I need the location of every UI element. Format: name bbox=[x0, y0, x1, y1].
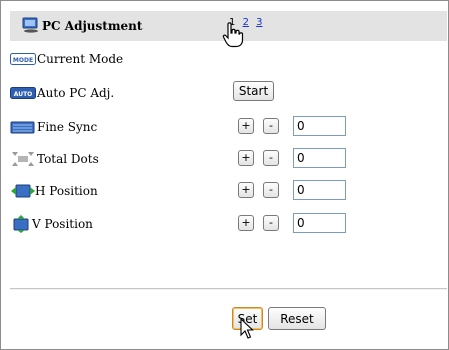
auto-pc-adj-label: Auto PC Adj. bbox=[37, 86, 115, 100]
page-1-current: 1 bbox=[229, 17, 236, 28]
row-current-mode: MODE Current Mode bbox=[10, 46, 440, 72]
h-position-minus-button[interactable]: - bbox=[263, 182, 279, 198]
fine-sync-plus-button[interactable]: + bbox=[238, 118, 254, 134]
start-button[interactable]: Start bbox=[233, 81, 274, 101]
h-position-label: H Position bbox=[35, 184, 98, 198]
h-position-plus-button[interactable]: + bbox=[238, 182, 254, 198]
panel-header: PC Adjustment 1 2 3 bbox=[10, 11, 447, 41]
page-3-link[interactable]: 3 bbox=[256, 17, 262, 28]
h-position-icon bbox=[11, 184, 35, 198]
row-v-position: V Position + - 0 bbox=[10, 211, 440, 237]
page-title: PC Adjustment bbox=[42, 19, 143, 33]
total-dots-minus-button[interactable]: - bbox=[263, 150, 279, 166]
row-fine-sync: Fine Sync + - 0 bbox=[10, 114, 440, 140]
h-position-value-input[interactable]: 0 bbox=[293, 180, 346, 200]
svg-text:AUTO: AUTO bbox=[14, 91, 33, 98]
current-mode-label: Current Mode bbox=[37, 52, 124, 66]
svg-text:MODE: MODE bbox=[13, 57, 33, 64]
v-position-value-input[interactable]: 0 bbox=[293, 213, 346, 233]
total-dots-value-input[interactable]: 0 bbox=[293, 148, 346, 168]
total-dots-label: Total Dots bbox=[37, 152, 99, 166]
reset-button[interactable]: Reset bbox=[268, 307, 326, 330]
fine-sync-value-input[interactable]: 0 bbox=[293, 116, 346, 136]
v-position-minus-button[interactable]: - bbox=[263, 215, 279, 231]
total-dots-icon bbox=[12, 152, 34, 166]
pc-monitor-icon bbox=[22, 17, 38, 33]
v-position-plus-button[interactable]: + bbox=[238, 215, 254, 231]
set-button[interactable]: Set bbox=[232, 307, 263, 330]
total-dots-plus-button[interactable]: + bbox=[238, 150, 254, 166]
fine-sync-minus-button[interactable]: - bbox=[263, 118, 279, 134]
auto-icon: AUTO bbox=[10, 87, 36, 99]
row-total-dots: Total Dots + - 0 bbox=[10, 146, 440, 172]
pc-adjustment-panel: PC Adjustment 1 2 3 MODE Current Mode AU… bbox=[0, 0, 449, 350]
fine-sync-icon bbox=[10, 121, 35, 134]
page-2-link[interactable]: 2 bbox=[243, 17, 249, 28]
page-selector: 1 2 3 bbox=[229, 17, 267, 28]
row-auto-pc-adj: AUTO Auto PC Adj. Start bbox=[10, 80, 440, 106]
mode-icon: MODE bbox=[10, 53, 36, 65]
divider-highlight bbox=[10, 289, 447, 290]
fine-sync-label: Fine Sync bbox=[37, 120, 98, 134]
v-position-label: V Position bbox=[32, 217, 93, 231]
row-h-position: H Position + - 0 bbox=[10, 178, 440, 204]
